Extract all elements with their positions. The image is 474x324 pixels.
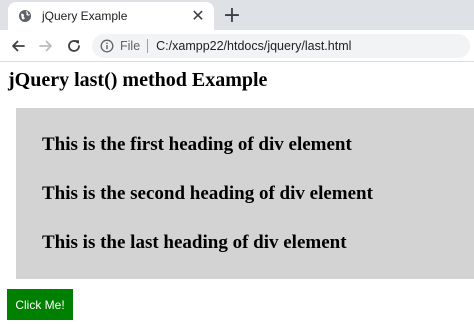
forward-arrow-icon[interactable] — [34, 34, 58, 58]
info-icon[interactable] — [100, 39, 114, 53]
address-bar[interactable]: File C:/xampp22/htdocs/jquery/last.html — [92, 34, 470, 58]
address-separator — [147, 39, 149, 53]
reload-icon[interactable] — [62, 34, 86, 58]
div-heading-second: This is the second heading of div elemen… — [42, 183, 373, 204]
heading-container: This is the first heading of div element… — [16, 108, 474, 279]
tab-title: jQuery Example — [42, 9, 128, 23]
globe-icon — [18, 9, 32, 23]
close-icon[interactable]: ✕ — [188, 6, 208, 26]
div-heading-first: This is the first heading of div element — [42, 134, 352, 155]
page-title: jQuery last() method Example — [8, 69, 268, 91]
browser-tab[interactable]: jQuery Example ✕ — [8, 2, 214, 30]
url-text[interactable]: C:/xampp22/htdocs/jquery/last.html — [156, 39, 351, 53]
click-me-button[interactable]: Click Me! — [7, 289, 73, 320]
page-content: jQuery last() method Example This is the… — [0, 63, 474, 324]
tab-strip: jQuery Example ✕ + — [0, 0, 474, 30]
new-tab-button[interactable]: + — [220, 3, 244, 28]
back-arrow-icon[interactable] — [6, 34, 30, 58]
div-heading-last: This is the last heading of div element — [42, 232, 347, 253]
browser-toolbar: File C:/xampp22/htdocs/jquery/last.html — [0, 30, 474, 62]
scheme-label: File — [120, 39, 141, 53]
